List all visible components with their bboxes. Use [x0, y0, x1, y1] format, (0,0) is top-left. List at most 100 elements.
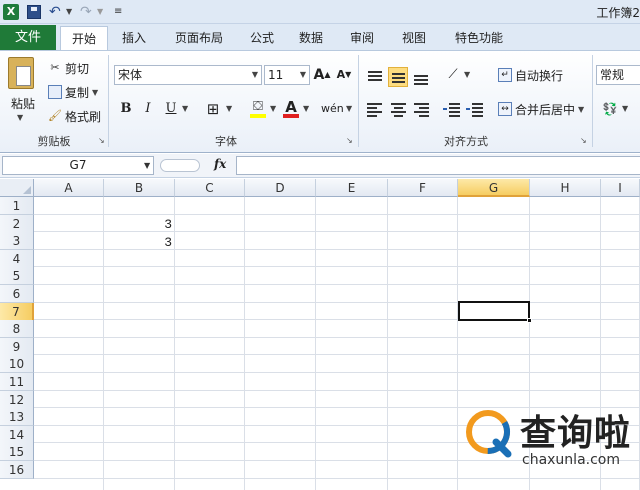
- grow-font-icon: A: [313, 67, 325, 83]
- excel-app-icon[interactable]: X: [3, 4, 19, 20]
- align-left-icon[interactable]: [366, 101, 384, 117]
- font-color-button[interactable]: A: [282, 97, 300, 118]
- undo-icon[interactable]: ↶: [49, 4, 65, 20]
- number-format-combo[interactable]: 常规: [596, 65, 640, 85]
- wrap-text-button[interactable]: ↵ 自动换行: [498, 65, 563, 85]
- column-header-I[interactable]: I: [601, 179, 640, 197]
- tab-home[interactable]: 开始: [60, 26, 108, 50]
- row-header-15[interactable]: 15: [0, 443, 34, 461]
- orientation-icon[interactable]: ⟋: [444, 65, 462, 85]
- align-bottom-icon[interactable]: [412, 69, 430, 85]
- increase-indent-icon[interactable]: [466, 101, 484, 117]
- column-header-B[interactable]: B: [104, 179, 175, 197]
- cut-button[interactable]: ✂ 剪切: [48, 59, 89, 77]
- font-color-dropdown-icon[interactable]: ▼: [303, 99, 309, 119]
- tab-formulas[interactable]: 公式: [242, 26, 282, 50]
- paste-icon[interactable]: [8, 57, 34, 89]
- tab-review[interactable]: 审阅: [340, 26, 384, 50]
- underline-dropdown-icon[interactable]: ▼: [182, 99, 188, 119]
- tab-data[interactable]: 数据: [290, 26, 332, 50]
- font-size-combo[interactable]: 11 ▼: [264, 65, 310, 85]
- active-cell-G7[interactable]: [458, 301, 530, 321]
- gridline-horizontal: [34, 337, 640, 338]
- column-header-G[interactable]: G: [458, 179, 530, 197]
- column-header-A[interactable]: A: [34, 179, 104, 197]
- column-header-H[interactable]: H: [530, 179, 601, 197]
- insert-function-icon[interactable]: fx: [214, 157, 226, 171]
- font-launcher-icon[interactable]: ↘: [346, 136, 353, 145]
- alignment-launcher-icon[interactable]: ↘: [580, 136, 587, 145]
- phonetic-button[interactable]: wén: [321, 99, 344, 119]
- align-middle-icon[interactable]: [388, 67, 408, 87]
- name-box[interactable]: G7: [2, 156, 154, 175]
- row-header-9[interactable]: 9: [0, 338, 34, 356]
- row-header-12[interactable]: 12: [0, 391, 34, 409]
- accounting-dropdown-icon[interactable]: ▼: [622, 99, 628, 119]
- borders-icon[interactable]: ⊞: [204, 99, 222, 119]
- redo-dropdown-icon[interactable]: ▼: [97, 4, 105, 20]
- column-header-F[interactable]: F: [388, 179, 458, 197]
- row-header-14[interactable]: 14: [0, 426, 34, 444]
- italic-button[interactable]: I: [140, 99, 156, 119]
- merge-dropdown-icon[interactable]: ▼: [578, 105, 584, 114]
- gridline-vertical: [244, 197, 245, 490]
- row-header-4[interactable]: 4: [0, 250, 34, 268]
- row-header-1[interactable]: 1: [0, 197, 34, 215]
- font-name-combo[interactable]: 宋体 ▼: [114, 65, 262, 85]
- tab-file[interactable]: 文件: [0, 25, 56, 50]
- paste-button[interactable]: 粘贴: [11, 95, 35, 112]
- column-header-E[interactable]: E: [316, 179, 388, 197]
- row-header-6[interactable]: 6: [0, 285, 34, 303]
- tab-page-layout[interactable]: 页面布局: [162, 26, 236, 50]
- worksheet-grid[interactable]: ABCDEFGHI 1 2 3 4 5 6 7 8 9 10 11 12 13 14 15 16 3 3 查询…: [0, 179, 640, 490]
- grow-font-button[interactable]: A▲: [313, 65, 331, 85]
- bold-button[interactable]: B: [118, 99, 134, 119]
- tab-view[interactable]: 视图: [392, 26, 436, 50]
- column-header-C[interactable]: C: [175, 179, 245, 197]
- ribbon-home: 粘贴 ▼ ✂ 剪切 复制 ▼ 🖌 格式刷 剪贴板 ↘ 宋体 ▼ 11 ▼ A▲ …: [0, 50, 640, 153]
- paste-dropdown-icon[interactable]: ▼: [17, 113, 23, 122]
- redo-icon[interactable]: ↷: [80, 4, 96, 20]
- row-header-5[interactable]: 5: [0, 267, 34, 285]
- row-header-10[interactable]: 10: [0, 355, 34, 373]
- accounting-format-icon[interactable]: 💱: [600, 99, 620, 119]
- align-right-icon[interactable]: [413, 101, 431, 117]
- row-header-3[interactable]: 3: [0, 232, 34, 250]
- orientation-dropdown-icon[interactable]: ▼: [464, 65, 470, 85]
- decrease-indent-icon[interactable]: [443, 101, 461, 117]
- window-title: 工作簿2: [596, 6, 640, 20]
- tab-special-features[interactable]: 特色功能: [446, 26, 512, 50]
- fill-handle[interactable]: [527, 318, 532, 323]
- row-header-8[interactable]: 8: [0, 320, 34, 338]
- row-header-11[interactable]: 11: [0, 373, 34, 391]
- row-header-2[interactable]: 2: [0, 215, 34, 233]
- fill-color-dropdown-icon[interactable]: ▼: [270, 99, 276, 119]
- save-icon[interactable]: [27, 5, 41, 19]
- row-header-13[interactable]: 13: [0, 408, 34, 426]
- customize-quick-access-icon[interactable]: ≡: [114, 4, 124, 20]
- borders-dropdown-icon[interactable]: ▼: [226, 99, 232, 119]
- shrink-font-button[interactable]: A▼: [336, 65, 352, 85]
- copy-dropdown-icon[interactable]: ▼: [92, 88, 98, 97]
- select-all-corner[interactable]: [0, 179, 34, 197]
- formula-input[interactable]: [236, 156, 640, 175]
- copy-button[interactable]: 复制 ▼: [48, 83, 98, 101]
- tab-insert[interactable]: 插入: [112, 26, 156, 50]
- cell-B3[interactable]: 3: [104, 234, 175, 252]
- align-top-icon[interactable]: [366, 69, 384, 85]
- fill-color-button[interactable]: ⛋: [248, 97, 268, 118]
- format-painter-button[interactable]: 🖌 格式刷: [48, 107, 101, 125]
- column-header-D[interactable]: D: [245, 179, 316, 197]
- align-center-icon[interactable]: [390, 101, 408, 117]
- clipboard-launcher-icon[interactable]: ↘: [98, 136, 105, 145]
- merge-center-button[interactable]: ↔ 合并后居中 ▼: [498, 99, 584, 119]
- formula-splitter[interactable]: [160, 159, 200, 172]
- cell-B2[interactable]: 3: [104, 216, 175, 234]
- row-header-7[interactable]: 7: [0, 303, 34, 321]
- gridline-horizontal: [34, 478, 640, 479]
- phonetic-dropdown-icon[interactable]: ▼: [346, 99, 352, 119]
- name-box-dropdown-icon[interactable]: ▼: [144, 161, 150, 170]
- undo-dropdown-icon[interactable]: ▼: [66, 4, 74, 20]
- row-header-16[interactable]: 16: [0, 461, 34, 479]
- underline-button[interactable]: U: [163, 99, 179, 119]
